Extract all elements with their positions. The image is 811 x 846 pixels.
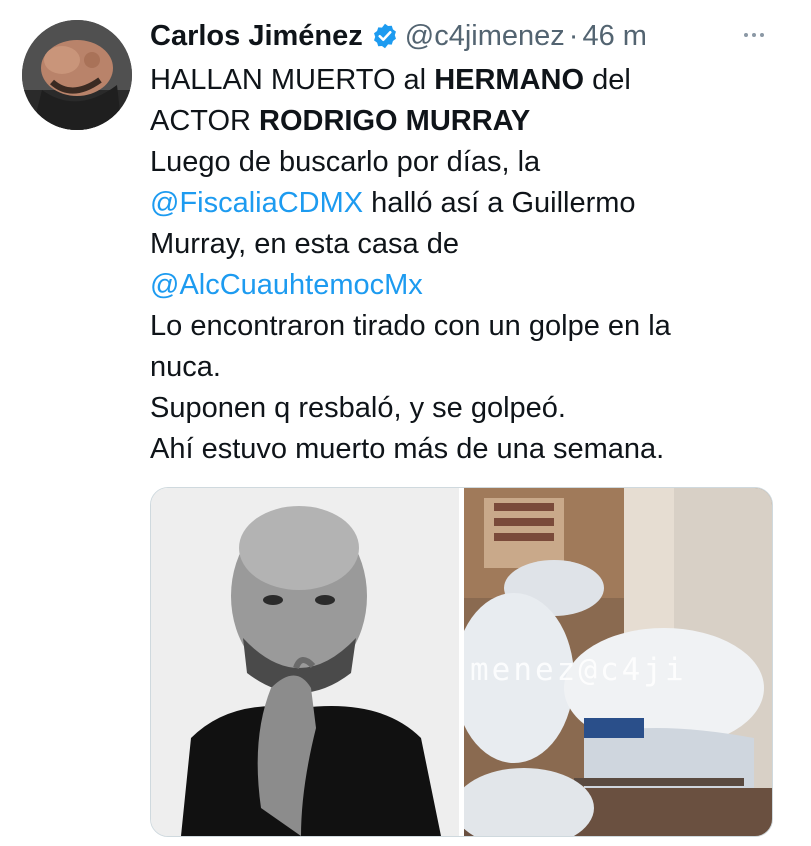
mention-alccuauhtemocmx[interactable]: @AlcCuauhtemocMx — [150, 269, 423, 301]
tweet-header: Carlos Jiménez @c4jimenez · 46 m — [150, 16, 647, 56]
tweet-line-9: Suponen q resbaló, y se golpeó. — [150, 392, 566, 424]
media-photo-scene[interactable]: menez@c4ji — [464, 488, 772, 836]
tweet-line-10: Ahí estuvo muerto más de una semana. — [150, 433, 665, 465]
author-name[interactable]: Carlos Jiménez — [150, 20, 363, 53]
more-options-icon[interactable] — [734, 20, 774, 50]
tweet-media: menez@c4ji — [150, 487, 773, 837]
tweet-line-7: Lo encontraron tirado con un golpe en la — [150, 310, 671, 342]
tweet-line-3: Luego de buscarlo por días, la — [150, 146, 541, 178]
author-handle[interactable]: @c4jimenez — [405, 20, 565, 53]
tweet-line-8: nuca. — [150, 351, 221, 383]
tweet-line-6: @AlcCuauhtemocMx — [150, 265, 790, 306]
tweet-line-4: @FiscaliaCDMX halló así a Guillermo — [150, 187, 636, 219]
tweet-line-2: ACTOR RODRIGO MURRAY — [150, 105, 531, 137]
author-avatar[interactable] — [22, 20, 132, 130]
verified-badge-icon — [373, 23, 396, 49]
tweet-line-5: Murray, en esta casa de — [150, 228, 459, 260]
separator-dot: · — [568, 19, 579, 52]
tweet-text: HALLAN MUERTO al HERMANO del ACTOR RODRI… — [150, 60, 790, 470]
mention-fiscaliacdmx[interactable]: @FiscaliaCDMX — [150, 187, 363, 219]
image-watermark: menez@c4ji — [470, 652, 687, 688]
avatar-photo — [22, 20, 132, 130]
tweet-line-1: HALLAN MUERTO al HERMANO del — [150, 64, 631, 96]
tweet-timestamp[interactable]: 46 m — [582, 20, 646, 53]
media-photo-portrait[interactable] — [151, 488, 459, 836]
